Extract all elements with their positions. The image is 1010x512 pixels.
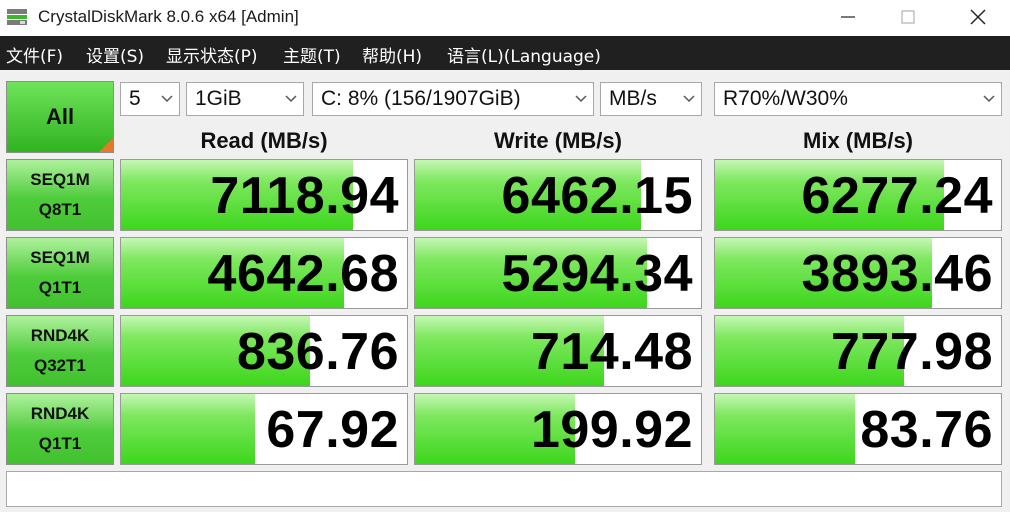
result-value: 6277.24 [801,167,993,225]
close-icon [970,9,986,25]
chevron-down-icon [683,95,695,103]
test-button-rnd4k-q32t1[interactable]: RND4K Q32T1 [6,315,114,387]
result-value: 6462.15 [501,167,693,225]
result-value: 67.92 [266,401,399,459]
menu-file[interactable]: 文件(F) [6,42,63,67]
mix-ratio-select[interactable]: R70%/W30% [714,82,1002,116]
result-write-rnd4k-q1t1: 199.92 [414,393,702,465]
result-mix-seq1m-q1t1: 3893.46 [714,237,1002,309]
count-select[interactable]: 5 [120,82,180,116]
result-read-rnd4k-q32t1: 836.76 [120,315,408,387]
all-button[interactable]: All [6,81,114,153]
test-button-rnd4k-q1t1[interactable]: RND4K Q1T1 [6,393,114,465]
maximize-button[interactable] [878,0,938,34]
menu-theme[interactable]: 主题(T) [283,42,341,67]
result-value: 5294.34 [501,245,693,303]
test-name-line2: Q1T1 [38,434,82,453]
test-button-seq1m-q1t1[interactable]: SEQ1M Q1T1 [6,237,114,309]
test-name-line1: RND4K [30,404,90,423]
test-button-seq1m-q8t1[interactable]: SEQ1M Q8T1 [6,159,114,231]
chevron-down-icon [285,95,297,103]
title-bar: CrystalDiskMark 8.0.6 x64 [Admin] [0,0,1010,36]
all-button-label: All [45,104,75,129]
unit-select[interactable]: MB/s [600,82,702,116]
result-read-seq1m-q1t1: 4642.68 [120,237,408,309]
unit-select-value: MB/s [609,87,657,110]
chevron-down-icon [575,95,587,103]
result-value: 836.76 [236,323,399,381]
result-write-seq1m-q8t1: 6462.15 [414,159,702,231]
comment-input[interactable] [6,471,1002,507]
drive-select[interactable]: C: 8% (156/1907GiB) [312,82,594,116]
window-title: CrystalDiskMark 8.0.6 x64 [Admin] [38,7,299,26]
size-select-value: 1GiB [195,87,242,110]
write-column-header: Write (MB/s) [494,128,622,153]
chevron-down-icon [983,95,995,103]
result-write-rnd4k-q32t1: 714.48 [414,315,702,387]
result-read-seq1m-q8t1: 7118.94 [120,159,408,231]
result-bar [121,394,256,464]
menu-bar: 文件(F) 设置(S) 显示状态(P) 主题(T) 帮助(H) 语言(L)(La… [0,36,1010,70]
drive-select-value: C: 8% (156/1907GiB) [321,87,521,110]
test-name-line1: RND4K [30,326,90,345]
result-value: 3893.46 [801,245,993,303]
test-name-line2: Q8T1 [38,200,82,219]
test-name-line2: Q32T1 [34,356,86,375]
minimize-icon [841,16,855,18]
count-select-value: 5 [129,87,141,110]
result-write-seq1m-q1t1: 5294.34 [414,237,702,309]
result-value: 777.98 [830,323,993,381]
corner-marker [99,138,113,152]
menu-language[interactable]: 语言(L)(Language) [447,42,601,67]
mix-ratio-select-value: R70%/W30% [723,87,848,110]
result-read-rnd4k-q1t1: 67.92 [120,393,408,465]
test-name-line2: Q1T1 [38,278,82,297]
read-column-header: Read (MB/s) [200,128,328,153]
result-mix-seq1m-q8t1: 6277.24 [714,159,1002,231]
app-icon [7,9,27,25]
result-mix-rnd4k-q1t1: 83.76 [714,393,1002,465]
result-value: 4642.68 [207,245,399,303]
maximize-icon [901,10,915,24]
result-value: 7118.94 [210,167,399,225]
menu-display-state[interactable]: 显示状态(P) [166,42,258,67]
menu-settings[interactable]: 设置(S) [86,42,144,67]
mix-column-header: Mix (MB/s) [803,128,913,153]
result-bar [715,394,856,464]
test-name-line1: SEQ1M [30,248,90,267]
minimize-button[interactable] [818,0,878,34]
close-button[interactable] [948,0,1008,34]
result-mix-rnd4k-q32t1: 777.98 [714,315,1002,387]
chevron-down-icon [161,95,173,103]
size-select[interactable]: 1GiB [186,82,304,116]
test-name-line1: SEQ1M [30,170,90,189]
result-value: 199.92 [530,401,693,459]
menu-help[interactable]: 帮助(H) [362,42,422,67]
result-value: 714.48 [530,323,693,381]
result-value: 83.76 [860,401,993,459]
